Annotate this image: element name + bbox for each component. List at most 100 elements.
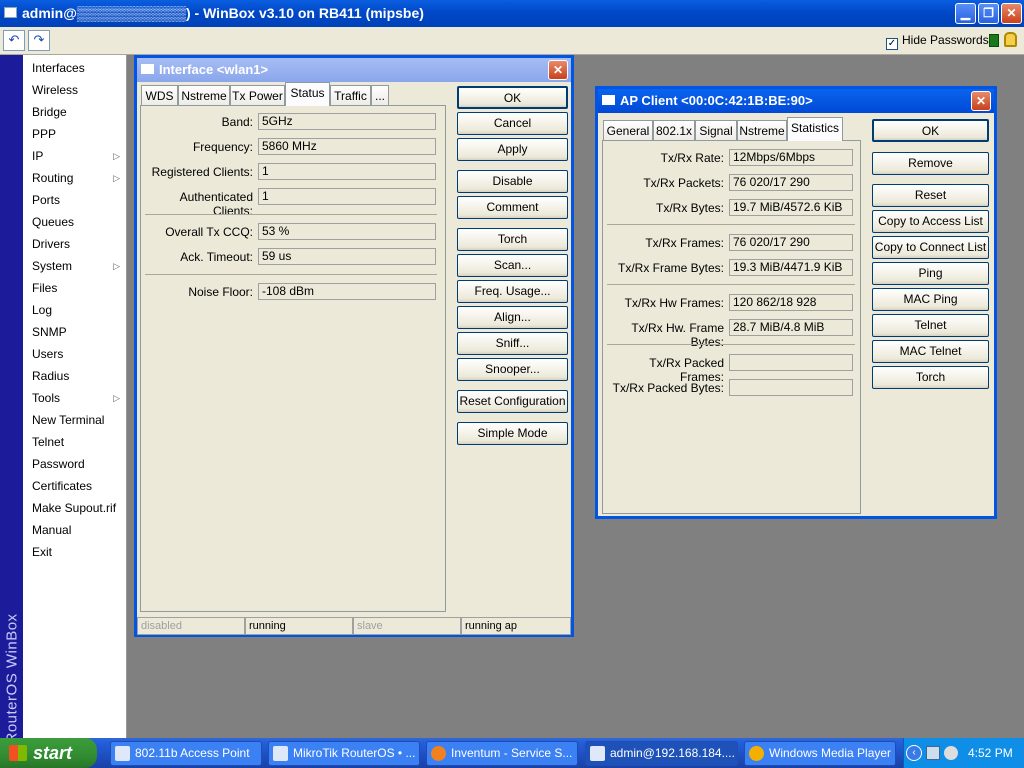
sidebar-item-label: IP bbox=[32, 149, 44, 163]
torch-button[interactable]: Torch bbox=[872, 366, 989, 389]
sidebar-item-wireless[interactable]: Wireless bbox=[23, 79, 126, 101]
ack-timeout-field: 59 us bbox=[258, 248, 436, 265]
ap-client-dialog: AP Client <00:0C:42:1B:BE:90> ✕ General … bbox=[595, 86, 997, 519]
apply-button[interactable]: Apply bbox=[457, 138, 568, 161]
sidebar-item-label: SNMP bbox=[32, 325, 67, 339]
copy-to-access-list-button[interactable]: Copy to Access List bbox=[872, 210, 989, 233]
reset-configuration-button[interactable]: Reset Configuration bbox=[457, 390, 568, 413]
status-panel bbox=[140, 105, 446, 612]
band-label: Band: bbox=[221, 115, 253, 129]
separator bbox=[607, 284, 855, 285]
sidebar-item-exit[interactable]: Exit bbox=[23, 541, 126, 563]
sidebar-item-manual[interactable]: Manual bbox=[23, 519, 126, 541]
simple-mode-button[interactable]: Simple Mode bbox=[457, 422, 568, 445]
sidebar-item-radius[interactable]: Radius bbox=[23, 365, 126, 387]
mac-ping-button[interactable]: MAC Ping bbox=[872, 288, 989, 311]
sidebar-item-telnet[interactable]: Telnet bbox=[23, 431, 126, 453]
txrx-hw-frames-label: Tx/Rx Hw Frames: bbox=[624, 296, 724, 310]
snooper-button[interactable]: Snooper... bbox=[457, 358, 568, 381]
sidebar-item-label: Ports bbox=[32, 193, 61, 207]
tab-statistics[interactable]: Statistics bbox=[787, 117, 843, 141]
restore-button[interactable]: ❐ bbox=[978, 3, 999, 24]
start-button[interactable]: start bbox=[0, 738, 97, 768]
noise-floor-field: -108 dBm bbox=[258, 283, 436, 300]
status-disabled: disabled bbox=[137, 617, 245, 635]
telnet-button[interactable]: Telnet bbox=[872, 314, 989, 337]
interface-dialog-close-button[interactable]: ✕ bbox=[548, 60, 568, 80]
ap-client-dialog-title: AP Client <00:0C:42:1B:BE:90> bbox=[620, 93, 813, 108]
hide-passwords-checkbox[interactable]: ✓ bbox=[886, 38, 898, 50]
task-media-player[interactable]: Windows Media Player bbox=[744, 741, 896, 766]
sidebar-item-interfaces[interactable]: Interfaces bbox=[23, 57, 126, 79]
volume-icon[interactable] bbox=[944, 746, 958, 760]
task-label: admin@192.168.184.... bbox=[610, 746, 735, 760]
task-label: 802.11b Access Point bbox=[135, 746, 250, 760]
tab-tx-power[interactable]: Tx Power bbox=[230, 85, 285, 106]
torch-button[interactable]: Torch bbox=[457, 228, 568, 251]
task-inventum[interactable]: Inventum - Service S... bbox=[426, 741, 578, 766]
brand-label: RouterOS WinBox bbox=[3, 613, 21, 744]
tab-general[interactable]: General bbox=[603, 120, 653, 141]
ok-button[interactable]: OK bbox=[457, 86, 568, 109]
freq-usage-button[interactable]: Freq. Usage... bbox=[457, 280, 568, 303]
task-winbox[interactable]: admin@192.168.184.... bbox=[585, 741, 738, 766]
tray-expand-icon[interactable]: ‹ bbox=[906, 745, 922, 761]
ping-button[interactable]: Ping bbox=[872, 262, 989, 285]
task-mikrotik[interactable]: MikroTik RouterOS • ... bbox=[268, 741, 420, 766]
clock[interactable]: 4:52 PM bbox=[968, 746, 1013, 760]
tab-signal[interactable]: Signal bbox=[695, 120, 737, 141]
ap-client-dialog-close-button[interactable]: ✕ bbox=[971, 91, 991, 111]
sidebar-item-bridge[interactable]: Bridge bbox=[23, 101, 126, 123]
ok-button[interactable]: OK bbox=[872, 119, 989, 142]
remove-button[interactable]: Remove bbox=[872, 152, 989, 175]
redo-icon[interactable]: ↷ bbox=[28, 30, 50, 51]
disable-button[interactable]: Disable bbox=[457, 170, 568, 193]
sidebar-item-users[interactable]: Users bbox=[23, 343, 126, 365]
undo-icon[interactable]: ↶ bbox=[3, 30, 25, 51]
cancel-button[interactable]: Cancel bbox=[457, 112, 568, 135]
sidebar-item-drivers[interactable]: Drivers bbox=[23, 233, 126, 255]
sidebar-item-tools[interactable]: Tools ▷ bbox=[23, 387, 126, 409]
scan-button[interactable]: Scan... bbox=[457, 254, 568, 277]
minimize-button[interactable]: ▁ bbox=[955, 3, 976, 24]
sidebar-item-ports[interactable]: Ports bbox=[23, 189, 126, 211]
tab-status[interactable]: Status bbox=[285, 82, 330, 106]
sidebar-item-certificates[interactable]: Certificates bbox=[23, 475, 126, 497]
close-button[interactable]: ✕ bbox=[1001, 3, 1022, 24]
tab-nstreme[interactable]: Nstreme bbox=[178, 85, 230, 106]
copy-to-connect-list-button[interactable]: Copy to Connect List bbox=[872, 236, 989, 259]
sidebar-item-label: Manual bbox=[32, 523, 72, 537]
sidebar-item-ip[interactable]: IP ▷ bbox=[23, 145, 126, 167]
lock-icon bbox=[1004, 32, 1017, 47]
sniff-button[interactable]: Sniff... bbox=[457, 332, 568, 355]
sidebar-item-label: Exit bbox=[32, 545, 53, 559]
sidebar-item-snmp[interactable]: SNMP bbox=[23, 321, 126, 343]
registered-clients-field: 1 bbox=[258, 163, 436, 180]
comment-button[interactable]: Comment bbox=[457, 196, 568, 219]
tab-more[interactable]: ... bbox=[371, 85, 389, 106]
tab-wds[interactable]: WDS bbox=[141, 85, 178, 106]
txrx-packed-frames-field bbox=[729, 354, 853, 371]
sidebar-item-files[interactable]: Files bbox=[23, 277, 126, 299]
sidebar-item-queues[interactable]: Queues bbox=[23, 211, 126, 233]
txrx-frame-bytes-field: 19.3 MiB/4471.9 KiB bbox=[729, 259, 853, 276]
sidebar-item-make-supout-rif[interactable]: Make Supout.rif bbox=[23, 497, 126, 519]
sidebar-item-log[interactable]: Log bbox=[23, 299, 126, 321]
tab-802-1x[interactable]: 802.1x bbox=[653, 120, 695, 141]
sidebar-item-password[interactable]: Password bbox=[23, 453, 126, 475]
tab-traffic[interactable]: Traffic bbox=[330, 85, 371, 106]
winbox-app-icon bbox=[4, 7, 17, 18]
mac-telnet-button[interactable]: MAC Telnet bbox=[872, 340, 989, 363]
reset-button[interactable]: Reset bbox=[872, 184, 989, 207]
sidebar-item-ppp[interactable]: PPP bbox=[23, 123, 126, 145]
network-icon[interactable] bbox=[926, 746, 940, 760]
hide-passwords-toggle[interactable]: ✓ Hide Passwords bbox=[886, 33, 989, 50]
tab-nstreme[interactable]: Nstreme bbox=[737, 120, 787, 141]
task-access-point[interactable]: 802.11b Access Point bbox=[110, 741, 262, 766]
sidebar-item-system[interactable]: System ▷ bbox=[23, 255, 126, 277]
align-button[interactable]: Align... bbox=[457, 306, 568, 329]
sidebar-item-routing[interactable]: Routing ▷ bbox=[23, 167, 126, 189]
sidebar-item-new-terminal[interactable]: New Terminal bbox=[23, 409, 126, 431]
media-player-icon bbox=[749, 746, 764, 761]
txrx-frames-field: 76 020/17 290 bbox=[729, 234, 853, 251]
